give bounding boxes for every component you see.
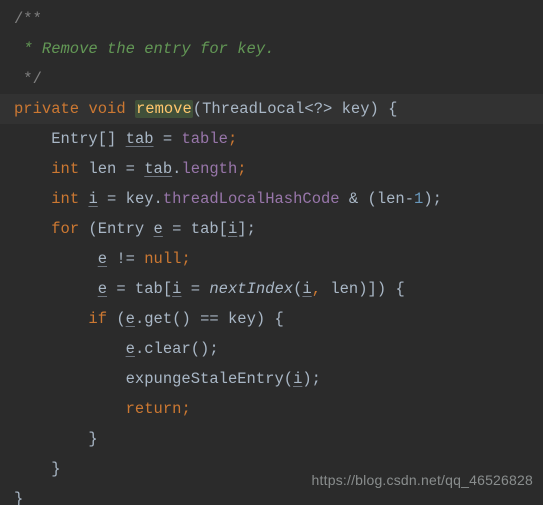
op: = tab[	[107, 280, 172, 298]
keyword: int	[51, 160, 79, 178]
var: e	[126, 340, 135, 358]
code-line: Entry[] tab = table;	[0, 124, 543, 154]
op: =	[154, 130, 182, 148]
code-line: }	[0, 424, 543, 454]
keyword: int	[51, 190, 79, 208]
punct: ;	[237, 160, 246, 178]
code-line-highlighted: private void remove(ThreadLocal<?> key) …	[0, 94, 543, 124]
var: e	[154, 220, 163, 238]
var: e	[98, 280, 107, 298]
field-ref: table	[181, 130, 228, 148]
punct: ) {	[370, 100, 398, 118]
param-type: ThreadLocal<?>	[202, 100, 332, 118]
code-line: */	[0, 64, 543, 94]
op: = key.	[98, 190, 163, 208]
code-line: return;	[0, 394, 543, 424]
code-line: /**	[0, 4, 543, 34]
code-line: e.clear();	[0, 334, 543, 364]
keyword: null	[144, 250, 181, 268]
comment-text: /**	[14, 10, 42, 28]
op: = tab[	[163, 220, 228, 238]
brace: }	[88, 430, 97, 448]
punct: );	[423, 190, 442, 208]
var: i	[88, 190, 97, 208]
watermark-text: https://blog.csdn.net/qq_46526828	[312, 465, 533, 495]
type: Entry[]	[51, 130, 125, 148]
keyword: return	[126, 400, 182, 418]
keyword: private	[14, 100, 79, 118]
var: i	[293, 370, 302, 388]
code-line: for (Entry e = tab[i];	[0, 214, 543, 244]
field-ref: length	[181, 160, 237, 178]
op: & (len-	[340, 190, 414, 208]
op: !=	[107, 250, 144, 268]
code-line: expungeStaleEntry(i);	[0, 364, 543, 394]
code-editor: /** * Remove the entry for key. */ priva…	[0, 0, 543, 505]
brace: }	[14, 490, 23, 505]
code: .clear();	[135, 340, 219, 358]
code-line: int i = key.threadLocalHashCode & (len-1…	[0, 184, 543, 214]
var: i	[228, 220, 237, 238]
comment-text: */	[14, 70, 42, 88]
code-line: e != null;	[0, 244, 543, 274]
var: len)]) {	[321, 280, 405, 298]
code-line: * Remove the entry for key.	[0, 34, 543, 64]
var: tab	[126, 130, 154, 148]
op: =	[181, 280, 209, 298]
method-call: nextIndex	[209, 280, 293, 298]
var: e	[126, 310, 135, 328]
number: 1	[414, 190, 423, 208]
keyword: void	[88, 100, 125, 118]
punct: (	[193, 100, 202, 118]
code-line: e = tab[i = nextIndex(i, len)]) {	[0, 274, 543, 304]
var: e	[98, 250, 107, 268]
keyword: for	[51, 220, 79, 238]
var: i	[302, 280, 311, 298]
brace: }	[51, 460, 60, 478]
code-line: if (e.get() == key) {	[0, 304, 543, 334]
punct: ;	[228, 130, 237, 148]
punct: (	[107, 310, 126, 328]
punct: ;	[181, 400, 190, 418]
code-line: int len = tab.length;	[0, 154, 543, 184]
code: .get() == key) {	[135, 310, 284, 328]
punct: );	[302, 370, 321, 388]
method-call: expungeStaleEntry(	[126, 370, 293, 388]
punct: ;	[181, 250, 190, 268]
keyword: if	[88, 310, 107, 328]
punct: (Entry	[79, 220, 153, 238]
punct: (	[293, 280, 302, 298]
punct: ];	[237, 220, 256, 238]
method-name: remove	[135, 100, 193, 118]
field-ref: threadLocalHashCode	[163, 190, 340, 208]
var: tab	[144, 160, 172, 178]
punct: ,	[312, 280, 321, 298]
comment-text: * Remove the entry for key.	[14, 40, 274, 58]
var: len =	[79, 160, 144, 178]
param-name: key	[332, 100, 369, 118]
